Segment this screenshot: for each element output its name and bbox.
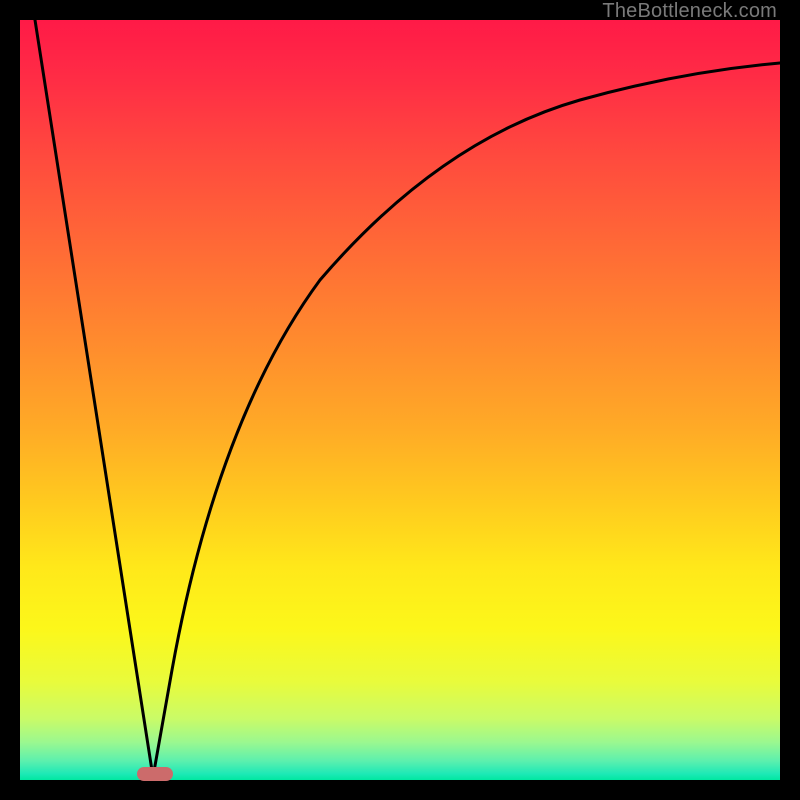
watermark-text: TheBottleneck.com [602, 0, 777, 23]
curve-right-branch [153, 63, 780, 777]
plot-area [20, 20, 780, 780]
chart-frame: TheBottleneck.com [0, 0, 800, 800]
bottleneck-curve [20, 20, 780, 780]
curve-left-branch [35, 20, 153, 777]
optimal-marker [137, 767, 173, 781]
